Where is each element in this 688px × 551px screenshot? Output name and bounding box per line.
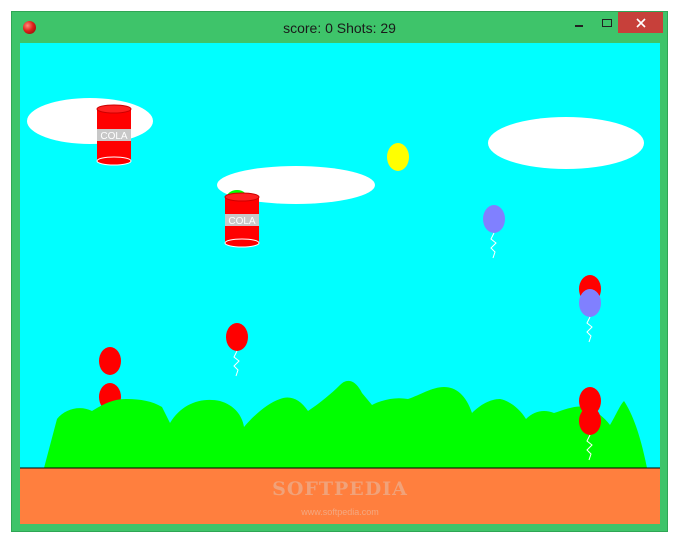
can-label: COLA [100,131,128,142]
cola-can[interactable]: COLA [96,104,132,166]
title-bar[interactable]: score: 0 Shots: 29 [12,12,667,44]
maximize-icon [602,18,612,27]
cola-can[interactable]: COLA [224,192,260,248]
cloud [488,117,644,169]
maximize-button[interactable] [594,12,620,33]
watermark-url: www.softpedia.com [300,507,379,517]
balloon-red[interactable] [99,347,121,375]
balloon-blue[interactable] [579,289,601,343]
can-label: COLA [228,216,256,227]
green-hills [44,380,647,468]
game-canvas[interactable]: COLA COLA SOFTPEDIA www.softpedia.com [20,43,660,524]
game-scene[interactable]: COLA COLA SOFTPEDIA www.softpedia.com [20,43,660,524]
balloon-red[interactable] [226,323,248,377]
close-button[interactable] [618,12,663,33]
cloud [27,98,153,144]
minimize-icon [575,24,583,27]
close-icon [635,17,646,28]
balloon-blue[interactable] [483,205,505,259]
game-window: score: 0 Shots: 29 COLA COLA SOFTPEDIA w… [11,11,668,532]
watermark-brand: SOFTPEDIA [272,478,408,500]
minimize-button[interactable] [566,12,592,33]
balloon-yellow[interactable] [387,143,409,171]
